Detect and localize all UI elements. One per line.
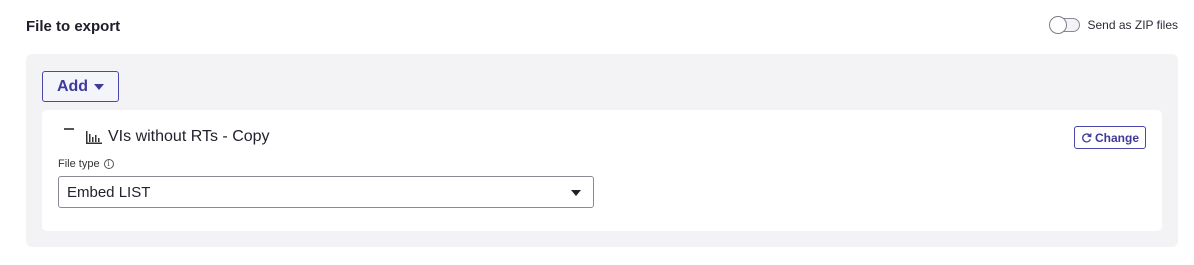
minus-icon bbox=[64, 128, 74, 130]
change-button-label: Change bbox=[1094, 130, 1139, 145]
zip-toggle[interactable]: Send as ZIP files bbox=[1048, 16, 1179, 34]
section-title: File to export bbox=[26, 18, 121, 35]
export-item-card: VIs without RTs - Copy Change File type … bbox=[42, 110, 1162, 231]
files-panel: Add VIs without RTs - Copy Change File t… bbox=[26, 54, 1178, 247]
switch-knob bbox=[1048, 16, 1067, 34]
bar-chart-icon bbox=[86, 131, 102, 144]
zip-toggle-label: Send as ZIP files bbox=[1087, 18, 1179, 32]
change-button[interactable]: Change bbox=[1074, 126, 1146, 149]
caret-down-icon bbox=[94, 83, 105, 90]
file-type-select[interactable]: Embed LIST bbox=[58, 176, 594, 208]
collapse-button[interactable] bbox=[60, 120, 78, 138]
file-type-label: File type i bbox=[58, 158, 114, 170]
file-type-value: Embed LIST bbox=[67, 184, 151, 201]
chevron-down-icon bbox=[571, 190, 581, 196]
refresh-icon bbox=[1082, 133, 1092, 143]
info-icon[interactable]: i bbox=[103, 159, 114, 169]
report-name: VIs without RTs - Copy bbox=[108, 128, 270, 145]
add-button-label: Add bbox=[56, 77, 89, 95]
file-type-label-text: File type bbox=[58, 158, 100, 170]
add-button[interactable]: Add bbox=[42, 71, 119, 102]
zip-switch[interactable] bbox=[1048, 16, 1080, 34]
